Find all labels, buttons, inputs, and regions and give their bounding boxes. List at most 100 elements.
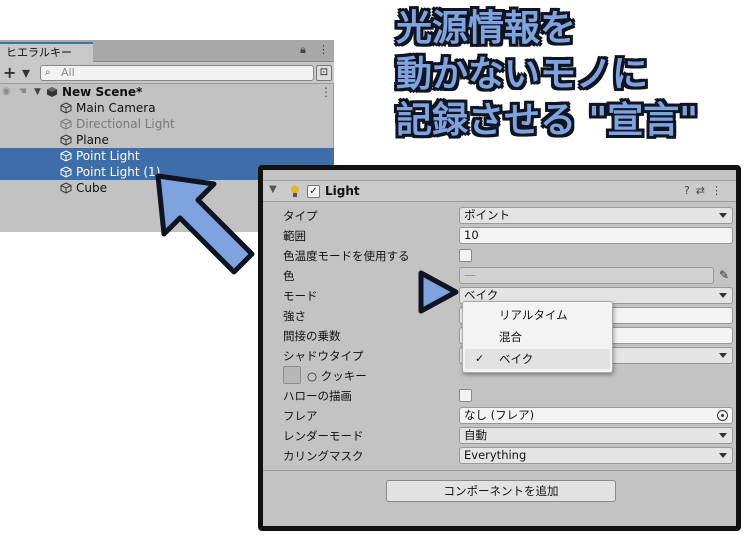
pointer-arrow-icon xyxy=(155,173,255,275)
prop-flare: フレア なし (フレア) xyxy=(263,406,736,426)
menu-item-mixed[interactable]: 混合 xyxy=(465,327,610,347)
gameobject-cube-icon xyxy=(60,182,72,194)
annotation-line-2: 動かないモノに xyxy=(396,54,649,95)
component-enabled-checkbox[interactable]: ✓ xyxy=(307,185,320,198)
prop-color-temp-label: 色温度モードを使用する xyxy=(283,249,410,263)
gameobject-cube-icon xyxy=(60,166,72,178)
dropdown-arrow-icon xyxy=(719,293,727,298)
gameobject-cube-icon xyxy=(60,150,72,162)
hierarchy-tab[interactable]: ヒエラルキー xyxy=(0,42,93,62)
prop-flare-label: フレア xyxy=(283,409,318,423)
light-component-header[interactable]: ▼ ✓ Light ?⇄⋮ xyxy=(263,180,736,202)
flare-object-field[interactable]: なし (フレア) xyxy=(459,407,733,424)
flare-value: なし (フレア) xyxy=(464,408,535,422)
gameobject-cube-icon xyxy=(60,134,72,146)
prop-draw-halo: ハローの描画 xyxy=(263,386,736,406)
light-bulb-icon xyxy=(291,185,299,197)
scene-row[interactable]: ◉ ☚ ▼ New Scene* ⋮ xyxy=(0,84,334,100)
prop-range-label: 範囲 xyxy=(283,229,306,243)
visibility-eye-icon[interactable]: ◉ xyxy=(2,84,11,100)
menu-item-label: ベイク xyxy=(499,352,534,366)
hierarchy-tab-label: ヒエラルキー xyxy=(6,46,72,59)
prop-cookie-label: ○ クッキー xyxy=(307,369,367,383)
object-picker-icon[interactable] xyxy=(717,410,728,421)
dropdown-arrow-icon xyxy=(719,353,727,358)
hierarchy-item-directional-light[interactable]: Directional Light xyxy=(0,116,334,132)
unity-scene-icon xyxy=(47,87,57,97)
component-header-icons: ?⇄⋮ xyxy=(684,184,728,197)
search-placeholder: All xyxy=(61,66,75,79)
culling-mask-dropdown[interactable]: Everything xyxy=(459,447,733,464)
mode-value: ベイク xyxy=(464,288,499,302)
hierarchy-item-label: Cube xyxy=(76,181,107,195)
prop-color: 色 — ✎ xyxy=(263,266,736,286)
dropdown-arrow-icon xyxy=(719,433,727,438)
prop-culling-label: カリングマスク xyxy=(283,449,364,463)
hierarchy-item-label: Point Light (1) xyxy=(76,165,161,179)
hierarchy-item-label: Plane xyxy=(76,133,109,147)
hierarchy-item-label: Point Light xyxy=(76,149,140,163)
menu-item-label: 混合 xyxy=(499,330,522,344)
prop-culling-mask: カリングマスク Everything xyxy=(263,446,736,466)
prop-range: 範囲 10 xyxy=(263,226,736,246)
menu-item-realtime[interactable]: リアルタイム xyxy=(465,305,610,325)
help-icon[interactable]: ? xyxy=(684,184,696,197)
dropdown-arrow-icon xyxy=(719,213,727,218)
annotation-text: 光源情報を 動かないモノに 記録させる "宣言" xyxy=(396,6,746,144)
color-temp-checkbox[interactable] xyxy=(459,249,472,262)
expand-triangle-icon[interactable]: ▼ xyxy=(34,84,41,100)
annotation-line-3: 記録させる "宣言" xyxy=(396,100,699,141)
hierarchy-item-label: Main Camera xyxy=(76,101,156,115)
type-value: ポイント xyxy=(464,208,510,222)
scene-menu-icon[interactable]: ⋮ xyxy=(320,84,332,100)
inspector-panel: ▼ ✓ Light ?⇄⋮ タイプ ポイント 範囲 10 色温度モードを使用する… xyxy=(258,165,741,531)
presets-icon[interactable]: ⇄ xyxy=(696,184,711,197)
prop-halo-label: ハローの描画 xyxy=(283,389,352,403)
mode-dropdown-menu: リアルタイム 混合 ✓ ベイク xyxy=(462,301,613,373)
add-component-button[interactable]: コンポーネントを追加 xyxy=(386,480,616,502)
fold-triangle-icon[interactable]: ▼ xyxy=(269,184,277,195)
pick-hand-icon[interactable]: ☚ xyxy=(18,84,27,100)
prop-intensity-label: 強さ xyxy=(283,309,306,323)
prop-color-label: 色 xyxy=(283,269,295,283)
type-dropdown[interactable]: ポイント xyxy=(459,207,733,224)
prop-type-label: タイプ xyxy=(283,209,318,223)
hierarchy-tab-bar: ヒエラルキー 🔒︎ ⋮ xyxy=(0,40,334,62)
gameobject-cube-icon xyxy=(60,102,72,114)
dropdown-arrow-icon xyxy=(719,453,727,458)
hierarchy-item-plane[interactable]: Plane xyxy=(0,132,334,148)
more-menu-icon[interactable]: ⋮ xyxy=(318,43,329,56)
prop-use-color-temp: 色温度モードを使用する xyxy=(263,246,736,266)
draw-halo-checkbox[interactable] xyxy=(459,389,472,402)
add-object-button[interactable]: + ▾ xyxy=(3,63,35,83)
cookie-texture-slot[interactable] xyxy=(283,366,301,384)
prop-render-mode: レンダーモード 自動 xyxy=(263,426,736,446)
inspector-separator xyxy=(263,470,736,471)
hierarchy-search-input[interactable]: ⌕ All xyxy=(40,65,314,81)
lock-icon[interactable]: 🔒︎ xyxy=(300,43,306,57)
hierarchy-item-label: Directional Light xyxy=(76,117,175,131)
gameobject-cube-icon xyxy=(60,118,72,130)
prop-mode-label: モード xyxy=(283,289,318,303)
prop-render-mode-label: レンダーモード xyxy=(283,429,364,443)
checkmark-icon: ✓ xyxy=(475,352,485,365)
scene-name: New Scene* xyxy=(62,85,143,99)
eyedropper-icon[interactable]: ✎ xyxy=(719,268,729,282)
triangle-pointer-icon xyxy=(418,270,459,314)
search-options-icon[interactable]: ⊡ xyxy=(316,65,332,81)
prop-indirect-label: 間接の乗数 xyxy=(283,329,341,343)
hierarchy-toolbar: + ▾ ⌕ All ⊡ xyxy=(0,62,334,84)
menu-item-baked[interactable]: ✓ ベイク xyxy=(465,349,610,369)
hierarchy-item-main-camera[interactable]: Main Camera xyxy=(0,100,334,116)
render-mode-dropdown[interactable]: 自動 xyxy=(459,427,733,444)
annotation-line-1: 光源情報を xyxy=(396,8,577,49)
render-mode-value: 自動 xyxy=(464,428,487,442)
culling-mask-value: Everything xyxy=(464,448,527,462)
prop-type: タイプ ポイント xyxy=(263,206,736,226)
range-input[interactable]: 10 xyxy=(459,227,733,244)
color-field[interactable]: — xyxy=(459,267,714,284)
search-icon: ⌕ xyxy=(45,67,51,78)
hierarchy-item-point-light[interactable]: Point Light xyxy=(0,148,334,164)
component-title: Light xyxy=(325,184,360,198)
component-menu-icon[interactable]: ⋮ xyxy=(711,184,728,197)
